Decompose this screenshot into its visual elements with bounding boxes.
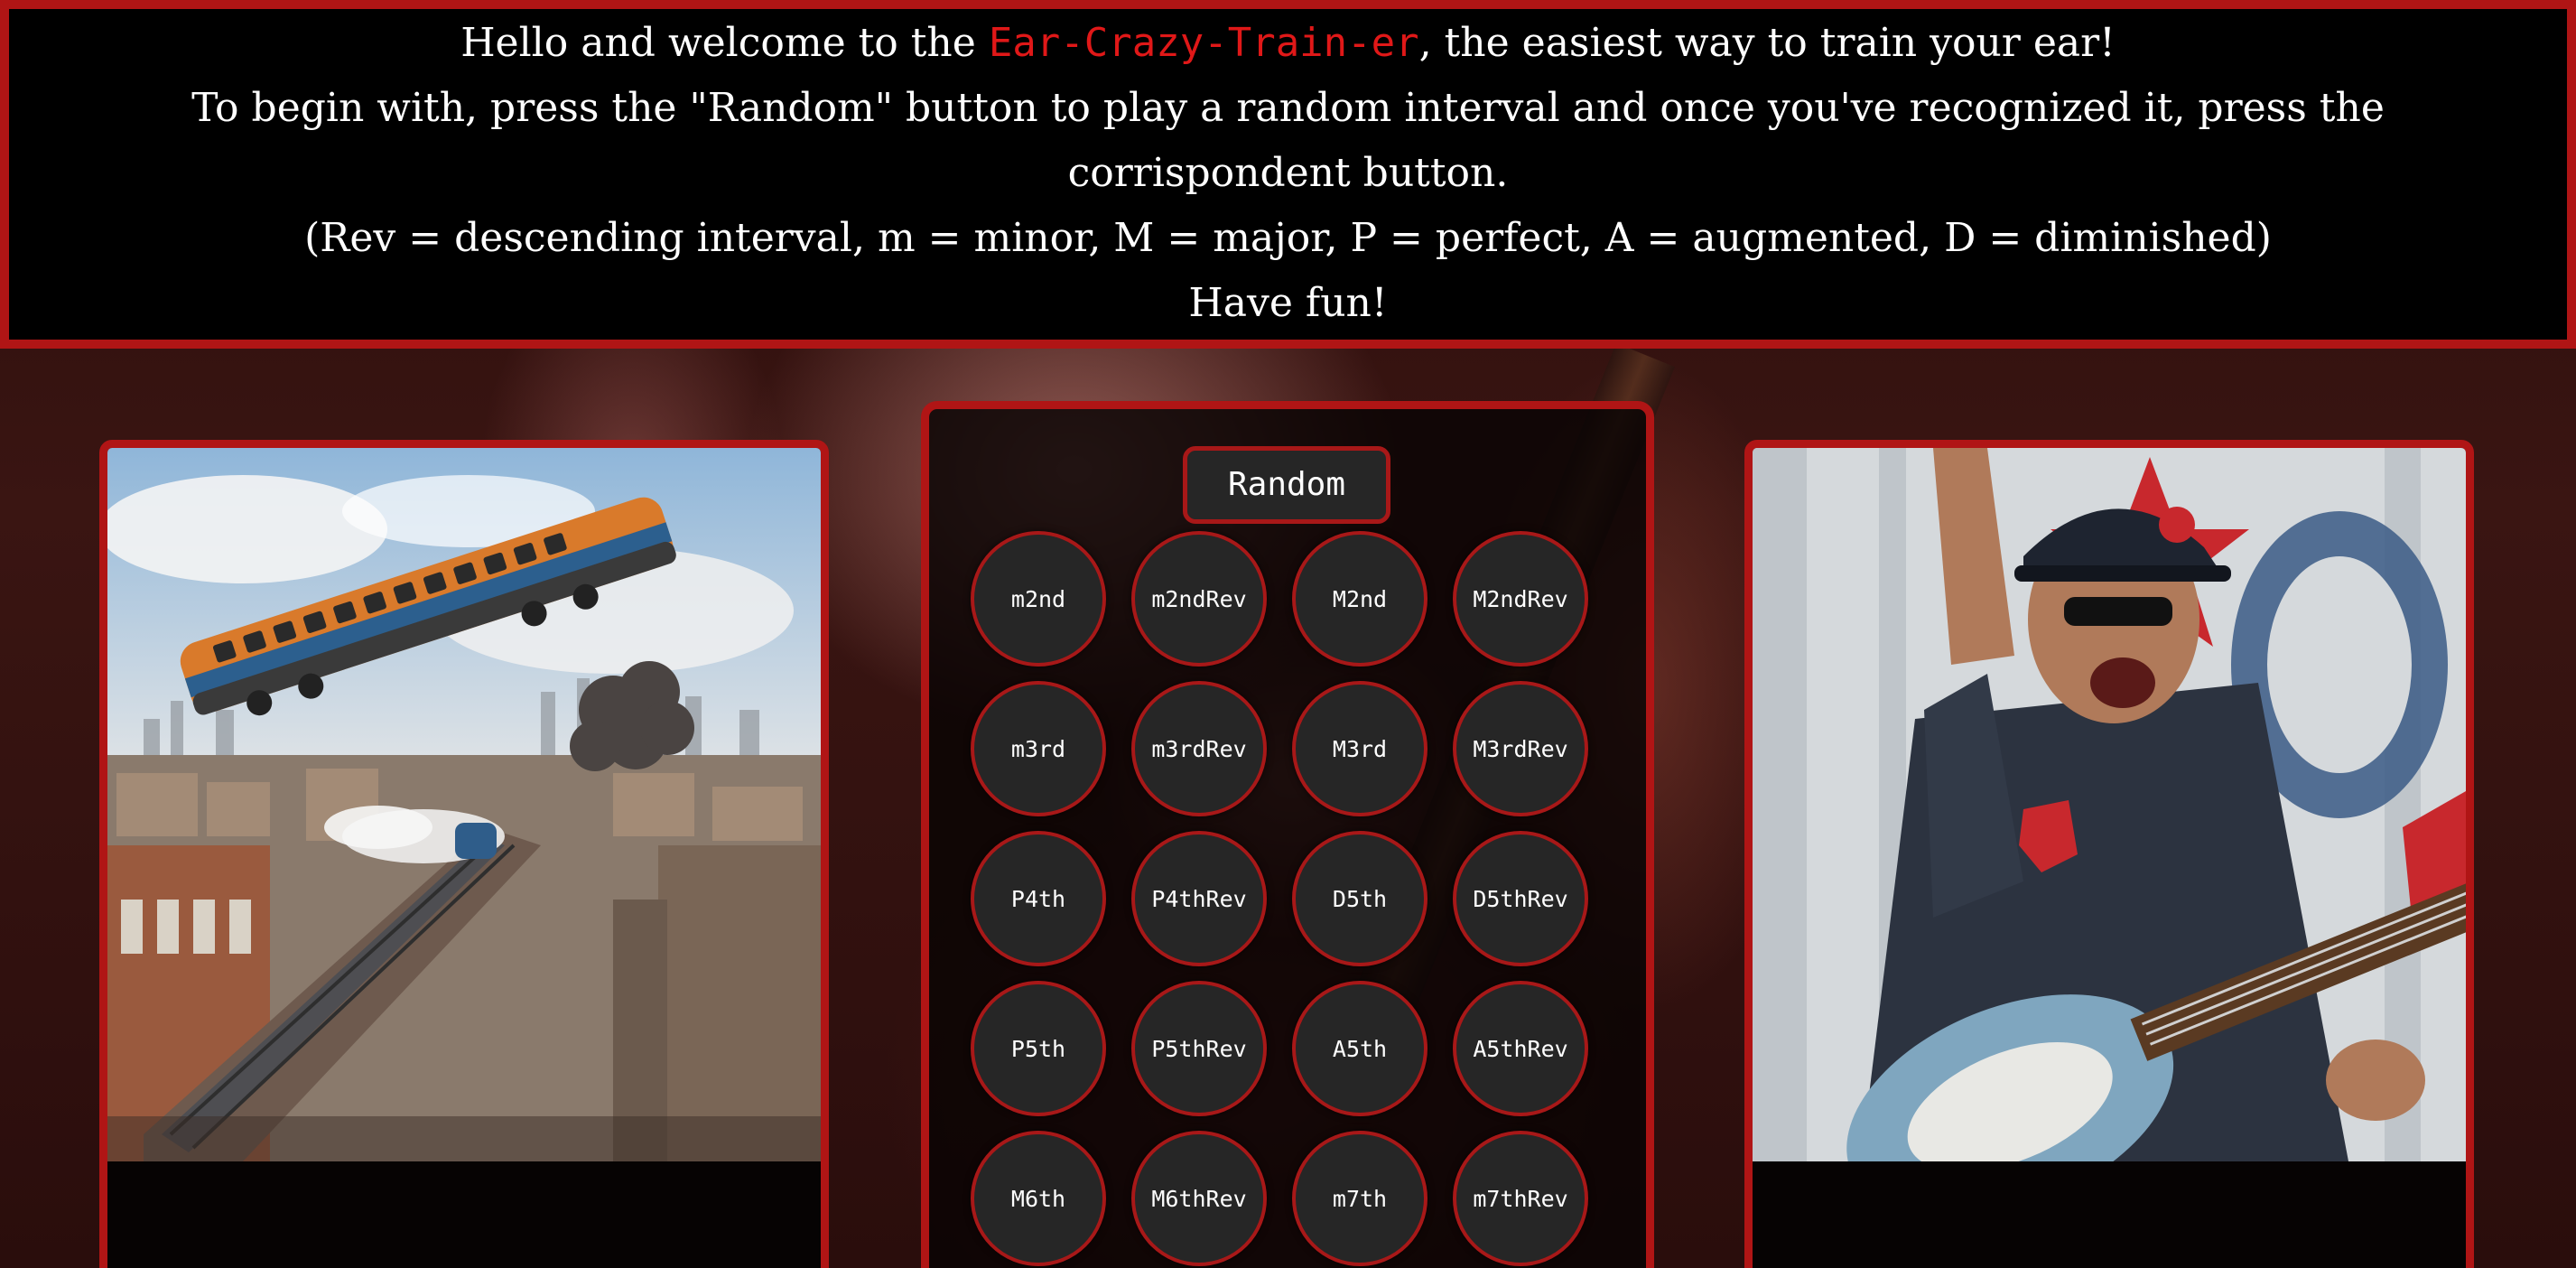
instructions-line: To begin with, press the "Random" button… (191, 85, 2385, 131)
flying-train-image (107, 448, 821, 1161)
interval-button-m3rd[interactable]: m3rd (971, 681, 1106, 816)
interval-button-a5threv[interactable]: A5thRev (1453, 981, 1588, 1116)
right-image-panel (1744, 440, 2474, 1268)
interval-button-m7th[interactable]: m7th (1292, 1131, 1427, 1266)
welcome-text-before: Hello and welcome to the (460, 20, 989, 66)
interval-button-m6th[interactable]: M6th (971, 1131, 1106, 1266)
instructions-line-cont: corrispondent button. (1067, 150, 1509, 196)
interval-button-m3rd[interactable]: M3rd (1292, 681, 1427, 816)
welcome-text-after: , the easiest way to train your ear! (1418, 20, 2116, 66)
interval-button-m3rdrev[interactable]: m3rdRev (1131, 681, 1267, 816)
interval-button-d5th[interactable]: D5th (1292, 831, 1427, 966)
page: Hello and welcome to the Ear-Crazy-Train… (0, 0, 2576, 1268)
interval-button-a5th[interactable]: A5th (1292, 981, 1427, 1116)
random-button[interactable]: Random (1183, 446, 1390, 524)
interval-button-m2ndrev[interactable]: M2ndRev (1453, 531, 1588, 667)
interval-button-m3rdrev[interactable]: M3rdRev (1453, 681, 1588, 816)
interval-button-m6threv[interactable]: M6thRev (1131, 1131, 1267, 1266)
welcome-header: Hello and welcome to the Ear-Crazy-Train… (0, 0, 2576, 349)
interval-button-m2nd[interactable]: M2nd (1292, 531, 1427, 667)
guitarist-image (1753, 448, 2466, 1161)
welcome-line-1: Hello and welcome to the Ear-Crazy-Train… (9, 11, 2567, 76)
interval-button-m2ndrev[interactable]: m2ndRev (1131, 531, 1267, 667)
interval-button-p5th[interactable]: P5th (971, 981, 1106, 1116)
interval-button-m2nd[interactable]: m2nd (971, 531, 1106, 667)
interval-button-p4threv[interactable]: P4thRev (1131, 831, 1267, 966)
left-image-panel (99, 440, 829, 1268)
interval-button-m7threv[interactable]: m7thRev (1453, 1131, 1588, 1266)
interval-button-d5threv[interactable]: D5thRev (1453, 831, 1588, 966)
have-fun-line: Have fun! (1188, 280, 1388, 326)
app-name: Ear-Crazy-Train-er (988, 20, 1419, 66)
legend-line: (Rev = descending interval, m = minor, M… (304, 215, 2272, 261)
interval-button-p5threv[interactable]: P5thRev (1131, 981, 1267, 1116)
interval-button-p4th[interactable]: P4th (971, 831, 1106, 966)
